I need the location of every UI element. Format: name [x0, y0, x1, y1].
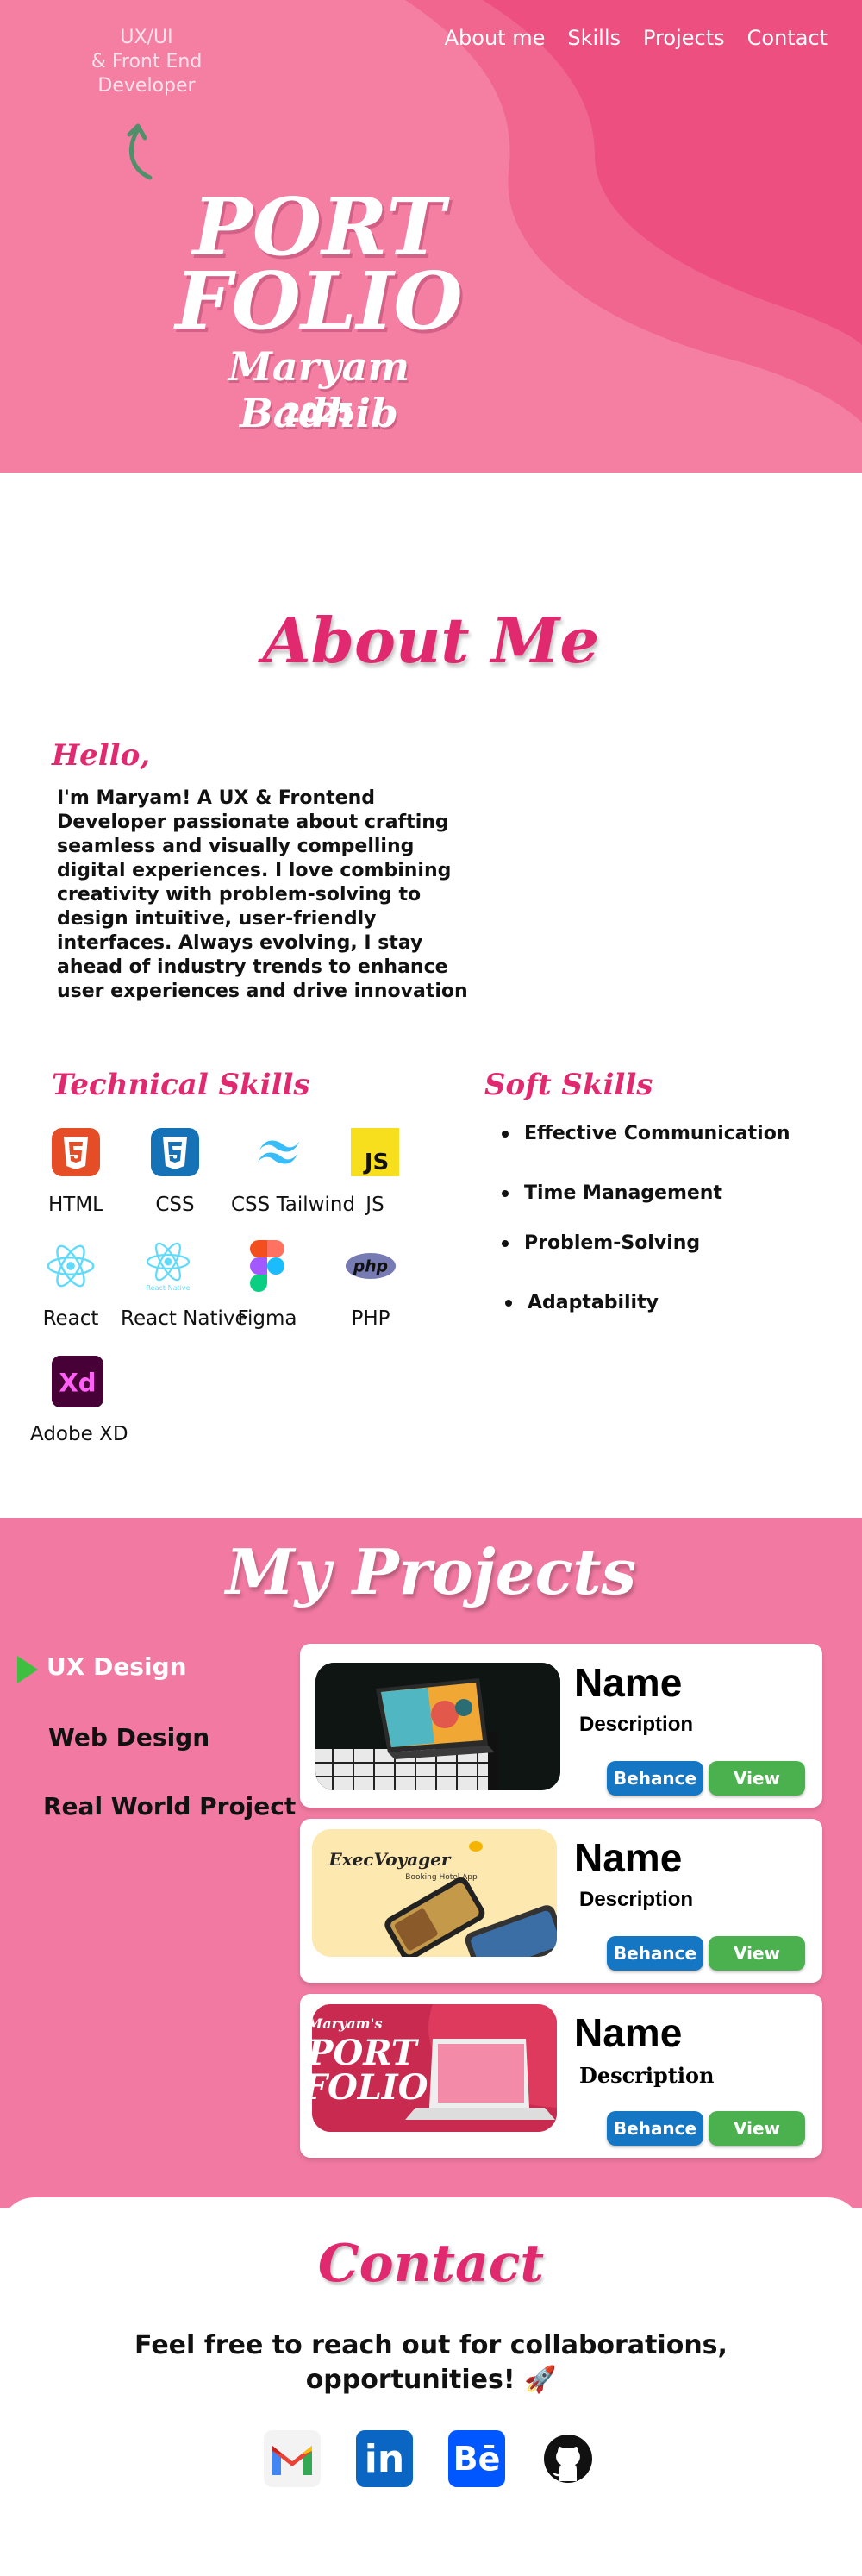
gmail-link[interactable] [264, 2430, 321, 2487]
contact-message: Feel free to reach out for collaboration… [134, 2330, 728, 2395]
skill-label: Figma [237, 1307, 297, 1330]
nav-skills[interactable]: Skills [567, 26, 621, 50]
thumbnail-title: ExecVoyager [328, 1849, 452, 1870]
react-native-icon: React Native [142, 1240, 194, 1292]
tab-ux-design[interactable]: UX Design [47, 1652, 187, 1681]
github-icon [544, 2435, 592, 2483]
tab-real-world-project[interactable]: Real World Project [43, 1792, 296, 1821]
project-name: Name [574, 1835, 683, 1880]
skill-adobe-xd: Xd Adobe XD [30, 1356, 128, 1445]
hero-section: About me Skills Projects Contact UX/UI &… [0, 0, 862, 473]
role-text: UX/UI & Front End Developer [86, 26, 207, 98]
figma-icon [241, 1240, 293, 1292]
role-line: Developer [97, 75, 196, 97]
soft-skill-item: Problem-Solving [502, 1232, 700, 1254]
active-tab-indicator-icon [17, 1656, 38, 1683]
skill-label: React [42, 1307, 99, 1330]
adobe-xd-icon-text: Xd [59, 1369, 96, 1398]
nav-about-me[interactable]: About me [445, 26, 546, 50]
project-description: Description [579, 2063, 715, 2088]
react-icon [45, 1240, 97, 1292]
portfolio-title: PORT FOLIO [172, 180, 465, 348]
skill-figma: Figma [220, 1240, 315, 1330]
react-native-icon-caption: React Native [146, 1283, 191, 1292]
tab-web-design[interactable]: Web Design [48, 1723, 209, 1752]
php-icon: php [345, 1240, 397, 1292]
hero-year: 2025 [283, 398, 355, 429]
about-intro: I'm Maryam! A UX & Frontend Developer pa… [57, 787, 468, 1002]
project-description: Description [579, 1713, 694, 1736]
skill-react-native: React Native React Native [121, 1240, 247, 1330]
projects-title: My Projects [225, 1535, 637, 1608]
thumbnail-line: Maryam's [312, 2015, 383, 2032]
nav-contact[interactable]: Contact [747, 26, 828, 50]
project-card: Name Description Behance View [300, 1644, 822, 1808]
soft-skills-title: Soft Skills [484, 1068, 653, 1102]
gmail-icon [272, 2446, 312, 2475]
soft-skill-item: Adaptability [505, 1292, 659, 1313]
thumbnail-line: FOLIO [312, 2067, 428, 2108]
about-title: About Me [262, 604, 600, 677]
project-card: Maryam's PORT FOLIO Name Description Beh… [300, 1994, 822, 2158]
behance-button[interactable]: Behance [607, 1936, 703, 1971]
behance-button[interactable]: Behance [607, 1761, 703, 1796]
skill-js: JS JS [328, 1126, 422, 1216]
skill-label: React Native [121, 1307, 247, 1330]
skill-label: JS [365, 1194, 384, 1216]
skill-label: Adobe XD [30, 1423, 128, 1445]
portfolio-title-line: PORT [192, 180, 446, 273]
behance-link[interactable]: Bē [448, 2430, 505, 2487]
html5-icon [50, 1126, 102, 1178]
linkedin-icon: in [364, 2436, 405, 2481]
project-name: Name [574, 2010, 683, 2055]
skill-label: HTML [47, 1194, 103, 1216]
skill-label: PHP [351, 1307, 390, 1330]
php-icon-text: php [353, 1258, 388, 1276]
javascript-icon: JS [349, 1126, 401, 1178]
project-name: Name [574, 1660, 683, 1705]
project-thumbnail [315, 1663, 560, 1790]
adobe-xd-icon: Xd [52, 1356, 103, 1407]
curved-arrow-icon [127, 123, 153, 180]
soft-skill-item: Time Management [502, 1182, 722, 1204]
top-nav: About me Skills Projects Contact [445, 26, 828, 50]
portfolio-page: About me Skills Projects Contact UX/UI &… [0, 0, 862, 2576]
technical-skills-title: Technical Skills [52, 1068, 310, 1102]
behance-button[interactable]: Behance [607, 2111, 703, 2146]
role-line: & Front End [91, 51, 203, 72]
skill-label: CSS Tailwind [231, 1194, 356, 1216]
skill-html: HTML [28, 1126, 123, 1216]
view-button[interactable]: View [709, 1761, 805, 1796]
css3-icon [149, 1126, 201, 1178]
view-button[interactable]: View [709, 2111, 805, 2146]
project-description: Description [579, 1888, 694, 1911]
project-card: ExecVoyager Booking Hotel App Name Descr… [300, 1819, 822, 1983]
skill-php: php PHP [323, 1240, 418, 1330]
project-thumbnail: Maryam's PORT FOLIO [312, 2004, 557, 2132]
linkedin-link[interactable]: in [356, 2430, 413, 2487]
about-greeting: Hello, [52, 738, 151, 773]
contact-title: Contact [317, 2234, 545, 2294]
behance-icon: Bē [453, 2440, 501, 2478]
project-thumbnail: ExecVoyager Booking Hotel App [312, 1829, 557, 1957]
soft-skill-item: Effective Communication [502, 1123, 790, 1144]
skill-css: CSS [128, 1126, 222, 1216]
view-button[interactable]: View [709, 1936, 805, 1971]
nav-projects[interactable]: Projects [643, 26, 725, 50]
tailwind-icon [253, 1126, 304, 1178]
skill-label: CSS [155, 1194, 195, 1216]
skill-react: React [23, 1240, 118, 1330]
portfolio-title-line: FOLIO [175, 254, 463, 348]
skill-tailwind: CSS Tailwind [231, 1126, 356, 1216]
svg-text:JS: JS [363, 1150, 389, 1175]
role-line: UX/UI [120, 27, 173, 48]
github-link[interactable] [540, 2430, 597, 2487]
